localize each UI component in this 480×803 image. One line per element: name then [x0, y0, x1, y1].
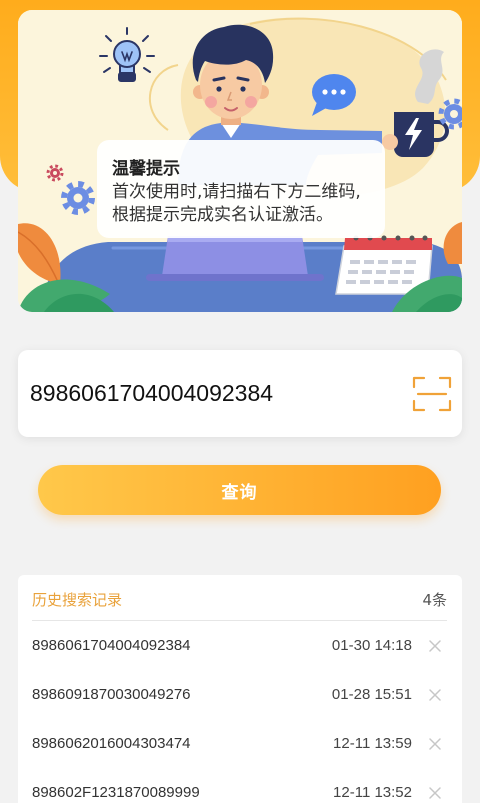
history-row[interactable]: 898602F1231870089999 12-11 13:52 — [18, 769, 462, 803]
scan-button[interactable] — [412, 376, 452, 412]
history-row[interactable]: 8986061704004092384 01-30 14:18 — [18, 622, 462, 671]
history-time: 01-30 14:18 — [331, 637, 412, 654]
history-row[interactable]: 8986091870030049276 01-28 15:51 — [18, 671, 462, 720]
close-icon[interactable] — [429, 738, 441, 750]
history-time: 12-11 13:59 — [333, 735, 412, 752]
query-button[interactable]: 查询 — [38, 465, 441, 515]
search-card — [18, 350, 462, 437]
tip-line-2: 根据提示完成实名认证激活。 — [112, 205, 333, 225]
tip-line-1: 首次使用时,请扫描右下方二维码, — [112, 182, 361, 202]
history-number: 8986062016004303474 — [32, 735, 191, 752]
history-time: 01-28 15:51 — [331, 686, 412, 703]
close-icon[interactable] — [429, 640, 441, 652]
close-icon[interactable] — [429, 787, 441, 799]
notice-banner: 温馨提示 首次使用时,请扫描右下方二维码, 根据提示完成实名认证激活。 — [18, 10, 462, 312]
laptop-illustration — [146, 236, 324, 281]
history-count: 4条 — [422, 591, 447, 609]
history-row[interactable]: 8986062016004303474 12-11 13:59 — [18, 720, 462, 769]
history-number: 8986091870030049276 — [32, 686, 191, 703]
scan-icon — [412, 376, 452, 412]
calendar-icon — [335, 235, 433, 295]
iccid-input[interactable] — [30, 350, 400, 437]
history-number: 8986061704004092384 — [32, 637, 191, 654]
history-number: 898602F1231870089999 — [32, 784, 200, 801]
history-panel: 历史搜索记录 4条 8986061704004092384 01-30 14:1… — [18, 575, 462, 803]
history-title: 历史搜索记录 — [32, 591, 123, 609]
close-icon[interactable] — [429, 689, 441, 701]
tip-box: 温馨提示 首次使用时,请扫描右下方二维码, 根据提示完成实名认证激活。 — [97, 140, 385, 238]
tip-title: 温馨提示 — [112, 159, 180, 179]
history-time: 12-11 13:52 — [333, 784, 412, 801]
history-header: 历史搜索记录 4条 — [32, 575, 447, 621]
